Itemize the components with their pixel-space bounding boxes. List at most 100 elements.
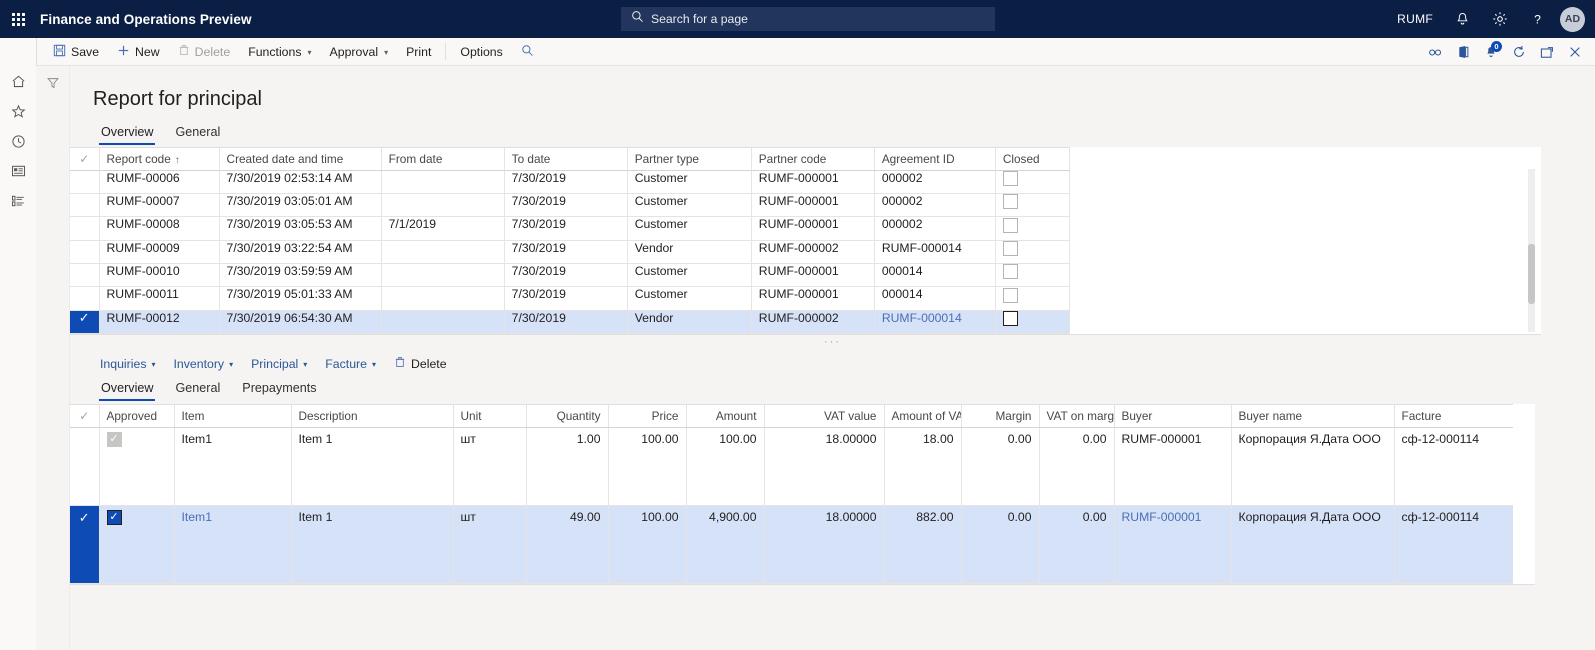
closed-checkbox[interactable] — [1002, 217, 1018, 233]
row-select-cell[interactable] — [70, 193, 100, 218]
row-select-cell[interactable] — [70, 216, 100, 241]
cell-from-date[interactable] — [381, 240, 505, 265]
functions-menu-button[interactable]: Functions ▾ — [239, 38, 320, 65]
cell-description[interactable]: Item 1 — [291, 505, 454, 584]
column-header-approved[interactable]: Approved — [99, 405, 175, 428]
cell-description[interactable]: Item 1 — [291, 427, 454, 506]
cell-to-date[interactable]: 7/30/2019 — [504, 170, 628, 194]
notification-icon[interactable]: 0 — [1477, 38, 1505, 66]
cell-approved[interactable]: ✓ — [99, 505, 175, 584]
cell-report-code[interactable]: RUMF-00008 — [99, 216, 220, 241]
column-header-agreement-id[interactable]: Agreement ID — [874, 148, 996, 171]
approval-menu-button[interactable]: Approval ▾ — [321, 38, 398, 65]
cell-agreement-id[interactable]: 000002 — [874, 193, 996, 218]
table-row[interactable]: RUMF-00009 7/30/2019 03:22:54 AM 7/30/20… — [70, 240, 1071, 265]
tab-overview[interactable]: Overview — [93, 123, 161, 145]
cell-closed[interactable] — [995, 193, 1071, 218]
cell-to-date[interactable]: 7/30/2019 — [504, 193, 628, 218]
favorites-star-icon[interactable] — [0, 96, 36, 126]
tab-general[interactable]: General — [167, 123, 228, 145]
column-header-description[interactable]: Description — [291, 405, 454, 428]
closed-checkbox[interactable] — [1002, 194, 1018, 210]
column-header-created-date-and-time[interactable]: Created date and time — [219, 148, 382, 171]
cell-report-code[interactable]: RUMF-00007 — [99, 193, 220, 218]
recent-clock-icon[interactable] — [0, 126, 36, 156]
cell-report-code[interactable]: RUMF-00011 — [99, 286, 220, 311]
cell-agreement-id[interactable]: 000014 — [874, 263, 996, 288]
cell-facture[interactable]: сф-12-000114 — [1394, 505, 1514, 584]
cell-partner-code[interactable]: RUMF-000002 — [751, 240, 875, 265]
line-tab-prepayments[interactable]: Prepayments — [234, 379, 324, 401]
cell-from-date[interactable] — [381, 193, 505, 218]
row-select-cell[interactable] — [70, 427, 100, 506]
bell-icon[interactable] — [1444, 0, 1481, 38]
column-header-margin[interactable]: Margin — [961, 405, 1040, 428]
action-search-button[interactable] — [512, 38, 543, 65]
cell-item[interactable]: Item1 — [174, 505, 292, 584]
cell-agreement-id[interactable]: RUMF-000014 — [874, 240, 996, 265]
table-row[interactable]: RUMF-00008 7/30/2019 03:05:53 AM 7/1/201… — [70, 216, 1071, 241]
column-header-to-date[interactable]: To date — [504, 148, 628, 171]
select-all-header[interactable]: ✓ — [70, 148, 100, 171]
column-header-vat-value[interactable]: VAT value — [764, 405, 885, 428]
avatar-wrapper[interactable]: AD — [1556, 0, 1587, 38]
table-row[interactable]: RUMF-00006 7/30/2019 02:53:14 AM 7/30/20… — [70, 170, 1071, 194]
closed-checkbox[interactable] — [1002, 311, 1018, 327]
line-delete-button[interactable]: Delete — [386, 352, 455, 375]
approved-checkbox[interactable]: ✓ — [106, 432, 122, 448]
row-select-cell[interactable] — [70, 263, 100, 288]
cell-agreement-id[interactable]: RUMF-000014 — [874, 310, 996, 335]
cell-created[interactable]: 7/30/2019 02:53:14 AM — [219, 170, 382, 194]
principal-menu-button[interactable]: Principal ▾ — [243, 353, 315, 375]
cell-closed[interactable] — [995, 286, 1071, 311]
cell-partner-type[interactable]: Customer — [627, 170, 752, 194]
cell-partner-code[interactable]: RUMF-000001 — [751, 193, 875, 218]
closed-checkbox[interactable] — [1002, 287, 1018, 303]
cell-amount[interactable]: 4,900.00 — [686, 505, 765, 584]
row-select-cell[interactable]: ✓ — [70, 310, 100, 335]
cell-price[interactable]: 100.00 — [608, 427, 687, 506]
cell-partner-code[interactable]: RUMF-000001 — [751, 216, 875, 241]
cell-to-date[interactable]: 7/30/2019 — [504, 216, 628, 241]
table-row[interactable]: ✓ ✓ Item1 Item 1 шт 49.00 100.00 4,900.0… — [70, 505, 1514, 584]
line-tab-overview[interactable]: Overview — [93, 379, 161, 402]
cell-amount-of-vat[interactable]: 882.00 — [884, 505, 962, 584]
cell-closed[interactable] — [995, 263, 1071, 288]
cell-partner-type[interactable]: Customer — [627, 216, 752, 241]
cell-report-code[interactable]: RUMF-00006 — [99, 170, 220, 194]
cell-agreement-id[interactable]: 000002 — [874, 170, 996, 194]
cell-vat-value[interactable]: 18.00000 — [764, 427, 885, 506]
modules-list-icon[interactable] — [0, 186, 36, 216]
cell-item[interactable]: Item1 — [174, 427, 292, 506]
global-search-input[interactable]: Search for a page — [621, 7, 995, 31]
column-header-closed[interactable]: Closed — [995, 148, 1071, 171]
cell-to-date[interactable]: 7/30/2019 — [504, 240, 628, 265]
cell-buyer-name[interactable]: Корпорация Я.Дата ООО — [1231, 427, 1395, 506]
cell-closed[interactable] — [995, 240, 1071, 265]
cell-amount-of-vat[interactable]: 18.00 — [884, 427, 962, 506]
column-header-partner-code[interactable]: Partner code — [751, 148, 875, 171]
column-header-price[interactable]: Price — [608, 405, 687, 428]
table-row[interactable]: RUMF-00011 7/30/2019 05:01:33 AM 7/30/20… — [70, 286, 1071, 311]
cell-partner-type[interactable]: Customer — [627, 263, 752, 288]
cell-price[interactable]: 100.00 — [608, 505, 687, 584]
cell-to-date[interactable]: 7/30/2019 — [504, 286, 628, 311]
column-header-report-code[interactable]: Report code ↑ — [99, 148, 220, 171]
line-tab-general[interactable]: General — [167, 379, 228, 401]
save-button[interactable]: Save — [44, 38, 108, 65]
cell-agreement-id[interactable]: 000002 — [874, 216, 996, 241]
table-row[interactable]: RUMF-00010 7/30/2019 03:59:59 AM 7/30/20… — [70, 263, 1071, 288]
cell-created[interactable]: 7/30/2019 05:01:33 AM — [219, 286, 382, 311]
question-mark-icon[interactable]: ? — [1519, 0, 1556, 38]
cell-approved[interactable]: ✓ — [99, 427, 175, 506]
cell-buyer[interactable]: RUMF-000001 — [1114, 505, 1232, 584]
cell-closed[interactable] — [995, 170, 1071, 194]
column-header-item[interactable]: Item — [174, 405, 292, 428]
cell-created[interactable]: 7/30/2019 03:05:53 AM — [219, 216, 382, 241]
cell-created[interactable]: 7/30/2019 03:22:54 AM — [219, 240, 382, 265]
refresh-icon[interactable] — [1505, 38, 1533, 66]
cell-partner-code[interactable]: RUMF-000002 — [751, 310, 875, 335]
table-row[interactable]: ✓ Item1 Item 1 шт 1.00 100.00 100.00 18.… — [70, 427, 1514, 506]
column-header-buyer[interactable]: Buyer — [1114, 405, 1232, 428]
column-header-buyer-name[interactable]: Buyer name — [1231, 405, 1395, 428]
